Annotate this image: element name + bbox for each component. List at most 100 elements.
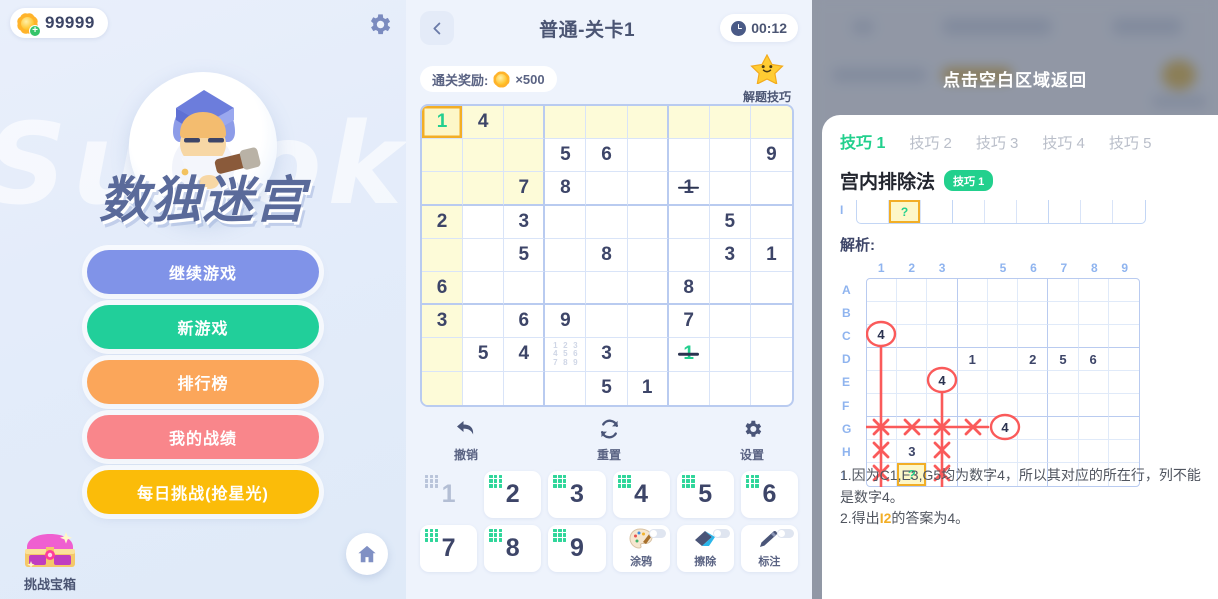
- sudoku-cell[interactable]: [463, 238, 505, 272]
- reset-button[interactable]: 重置: [579, 418, 639, 463]
- leaderboard-button[interactable]: 排行榜: [87, 360, 319, 404]
- sudoku-cell[interactable]: [545, 106, 587, 140]
- sudoku-cell[interactable]: [709, 172, 751, 206]
- sudoku-cell[interactable]: 9: [750, 139, 792, 173]
- coin-balance-pill[interactable]: + 99999: [10, 8, 108, 38]
- sudoku-cell[interactable]: [463, 305, 505, 339]
- solving-tips-button[interactable]: 解题技巧: [736, 53, 798, 105]
- new-game-button[interactable]: 新游戏: [87, 305, 319, 349]
- sudoku-cell[interactable]: [709, 139, 751, 173]
- sudoku-cell[interactable]: [504, 139, 546, 173]
- sudoku-cell[interactable]: [750, 172, 792, 206]
- sudoku-cell[interactable]: 6: [422, 271, 464, 306]
- sudoku-cell[interactable]: [504, 371, 546, 405]
- sudoku-cell[interactable]: [709, 305, 751, 339]
- back-button[interactable]: [420, 11, 454, 45]
- sudoku-cell[interactable]: 8: [668, 271, 710, 306]
- sudoku-cell[interactable]: [710, 371, 751, 405]
- tab-tip-1[interactable]: 技巧 1: [840, 129, 885, 153]
- sudoku-cell[interactable]: 2: [422, 205, 464, 239]
- sudoku-cell[interactable]: [422, 172, 464, 206]
- sudoku-cell[interactable]: 1: [668, 338, 710, 372]
- sudoku-cell[interactable]: [463, 172, 505, 206]
- my-record-button[interactable]: 我的战绩: [87, 415, 319, 459]
- sudoku-cell[interactable]: [627, 271, 669, 306]
- sudoku-cell[interactable]: [627, 238, 669, 272]
- sudoku-cell[interactable]: [586, 205, 628, 239]
- sudoku-cell[interactable]: [463, 371, 505, 405]
- sudoku-cell[interactable]: [586, 305, 628, 339]
- sudoku-cell[interactable]: [463, 139, 505, 173]
- tool-button-pen[interactable]: 标注: [740, 524, 798, 572]
- tool-button-eraser[interactable]: 擦除: [676, 524, 734, 572]
- sudoku-cell[interactable]: 5: [504, 238, 546, 272]
- sudoku-cell[interactable]: 3: [422, 305, 464, 339]
- game-settings-button[interactable]: 设置: [722, 418, 782, 463]
- sudoku-cell[interactable]: [750, 338, 792, 372]
- tab-tip-5[interactable]: 技巧 5: [1109, 132, 1152, 153]
- sudoku-cell[interactable]: 1: [628, 371, 669, 405]
- challenge-chest-button[interactable]: 挑战宝箱: [8, 529, 92, 593]
- tool-toggle[interactable]: [712, 528, 730, 538]
- sudoku-cell[interactable]: [586, 106, 628, 140]
- numpad-button-5[interactable]: 5: [676, 470, 734, 518]
- numpad-button-4[interactable]: 4: [612, 470, 670, 518]
- sudoku-cell[interactable]: [709, 271, 751, 306]
- sudoku-cell[interactable]: [627, 338, 669, 372]
- sudoku-cell[interactable]: 3: [709, 238, 751, 272]
- sudoku-cell[interactable]: [668, 205, 710, 239]
- sudoku-cell[interactable]: [504, 271, 546, 306]
- tool-button-palette[interactable]: 涂鸦: [612, 524, 670, 572]
- continue-game-button[interactable]: 继续游戏: [87, 250, 319, 294]
- number-pad[interactable]: 1 2 3 4 5 6 7 8 9 涂鸦 擦除 标注: [406, 467, 812, 580]
- sudoku-cell[interactable]: [669, 371, 710, 405]
- sudoku-cell[interactable]: [504, 106, 546, 140]
- daily-challenge-button[interactable]: 每日挑战(抢星光): [87, 470, 319, 514]
- sudoku-cell[interactable]: [750, 106, 792, 140]
- sudoku-cell[interactable]: [627, 106, 669, 140]
- sudoku-cell[interactable]: [586, 271, 628, 306]
- sudoku-cell[interactable]: [627, 172, 669, 206]
- numpad-button-3[interactable]: 3: [548, 470, 606, 518]
- sudoku-cell[interactable]: [668, 139, 710, 173]
- numpad-button-9[interactable]: 9: [548, 524, 606, 572]
- sudoku-cell[interactable]: 3: [504, 205, 546, 239]
- sudoku-cell[interactable]: 6: [586, 139, 628, 173]
- sudoku-board[interactable]: 1 4 5 6 9 7 8 1 2 3 5 5 8 3 1 6 8 3 6 9 7 5 4 123456789 3 1 5 1: [420, 104, 794, 407]
- sudoku-cell[interactable]: [627, 205, 669, 239]
- sudoku-cell[interactable]: 5: [586, 371, 628, 405]
- numpad-button-6[interactable]: 6: [740, 470, 798, 518]
- settings-button[interactable]: [364, 9, 394, 39]
- sudoku-cell[interactable]: [422, 238, 464, 272]
- sudoku-cell[interactable]: [545, 238, 587, 272]
- tab-tip-2[interactable]: 技巧 2: [909, 132, 952, 153]
- sudoku-cell[interactable]: [750, 272, 792, 306]
- tool-toggle[interactable]: [648, 528, 666, 538]
- sudoku-cell[interactable]: 1: [422, 106, 464, 140]
- sudoku-cell[interactable]: [545, 205, 587, 239]
- numpad-button-1[interactable]: 1: [420, 470, 478, 518]
- tool-toggle[interactable]: [777, 528, 794, 538]
- sudoku-cell[interactable]: 6: [504, 305, 546, 339]
- sudoku-cell[interactable]: [750, 305, 792, 339]
- sudoku-cell[interactable]: 5: [545, 139, 587, 173]
- sudoku-cell[interactable]: [668, 238, 710, 272]
- tips-tab-bar[interactable]: 技巧 1 技巧 2 技巧 3 技巧 4 技巧 5: [840, 129, 1202, 153]
- sudoku-cell[interactable]: 8: [586, 238, 628, 272]
- sudoku-cell[interactable]: [463, 271, 505, 306]
- tab-tip-4[interactable]: 技巧 4: [1042, 132, 1085, 153]
- sudoku-cell[interactable]: [422, 338, 464, 372]
- sudoku-cell[interactable]: [709, 338, 751, 372]
- sudoku-cell[interactable]: [545, 271, 587, 306]
- sudoku-cell[interactable]: 7: [668, 305, 710, 339]
- sudoku-cell[interactable]: 5: [709, 205, 751, 239]
- sudoku-cell[interactable]: [627, 139, 669, 173]
- sudoku-cell[interactable]: 8: [545, 172, 587, 206]
- numpad-button-2[interactable]: 2: [484, 470, 542, 518]
- sudoku-cell[interactable]: [586, 172, 628, 206]
- numpad-button-8[interactable]: 8: [484, 524, 542, 572]
- sudoku-cell[interactable]: 1: [750, 239, 792, 272]
- sudoku-cell[interactable]: 4: [504, 338, 546, 372]
- sudoku-cell[interactable]: [627, 305, 669, 339]
- sudoku-cell[interactable]: [668, 106, 710, 140]
